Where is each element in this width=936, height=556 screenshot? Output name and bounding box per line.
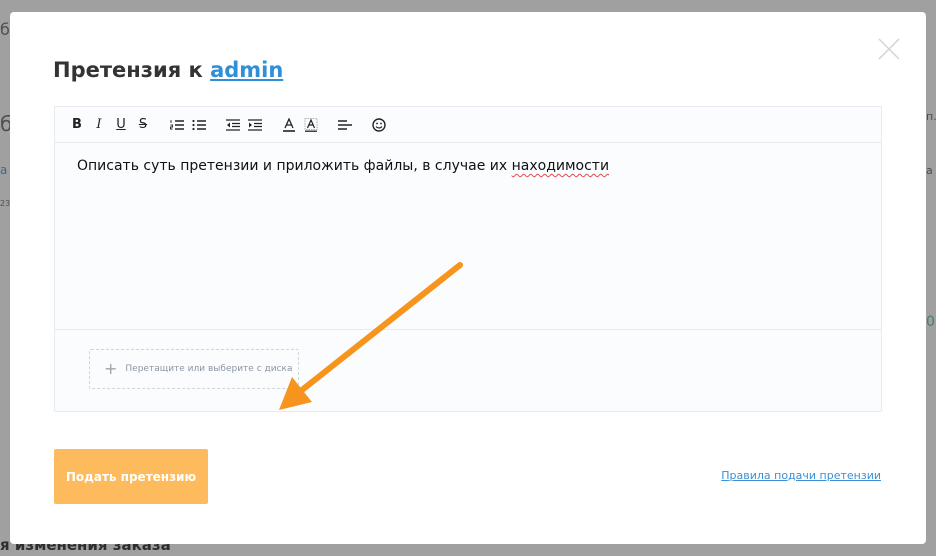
editor-toolbar: B I U S	[55, 107, 881, 143]
editor-content[interactable]: Описать суть претензии и приложить файлы…	[55, 143, 881, 329]
indent-icon[interactable]	[245, 115, 265, 135]
modal-title: Претензия к admin	[53, 58, 283, 82]
close-icon[interactable]	[878, 38, 900, 60]
bold-icon[interactable]: B	[67, 115, 87, 135]
attachments-area: + Перетащите или выберите с диска	[55, 329, 881, 410]
outdent-icon[interactable]	[223, 115, 243, 135]
align-icon[interactable]	[335, 115, 355, 135]
strikethrough-icon[interactable]: S	[133, 115, 153, 135]
claim-rules-link[interactable]: Правила подачи претензии	[721, 469, 881, 482]
font-color-icon[interactable]	[279, 115, 299, 135]
background-color-icon[interactable]	[301, 115, 321, 135]
modal-title-prefix: Претензия к	[53, 58, 203, 82]
misspelled-word: находимости	[511, 158, 610, 174]
emoji-icon[interactable]	[369, 115, 389, 135]
file-dropzone[interactable]: + Перетащите или выберите с диска	[89, 349, 299, 389]
plus-icon: +	[104, 359, 118, 378]
editor-text: Описать суть претензии и приложить файлы…	[77, 158, 512, 174]
user-link[interactable]: admin	[210, 58, 283, 82]
submit-claim-button[interactable]: Подать претензию	[54, 449, 208, 504]
rich-text-editor: B I U S Описать суть претензии и приложи…	[54, 106, 882, 412]
ordered-list-icon[interactable]	[167, 115, 187, 135]
dropzone-label: Перетащите или выберите с диска	[125, 364, 293, 374]
underline-icon[interactable]: U	[111, 115, 131, 135]
claim-modal: Претензия к admin B I U S Описать суть п…	[10, 12, 926, 544]
unordered-list-icon[interactable]	[189, 115, 209, 135]
italic-icon[interactable]: I	[89, 115, 109, 135]
